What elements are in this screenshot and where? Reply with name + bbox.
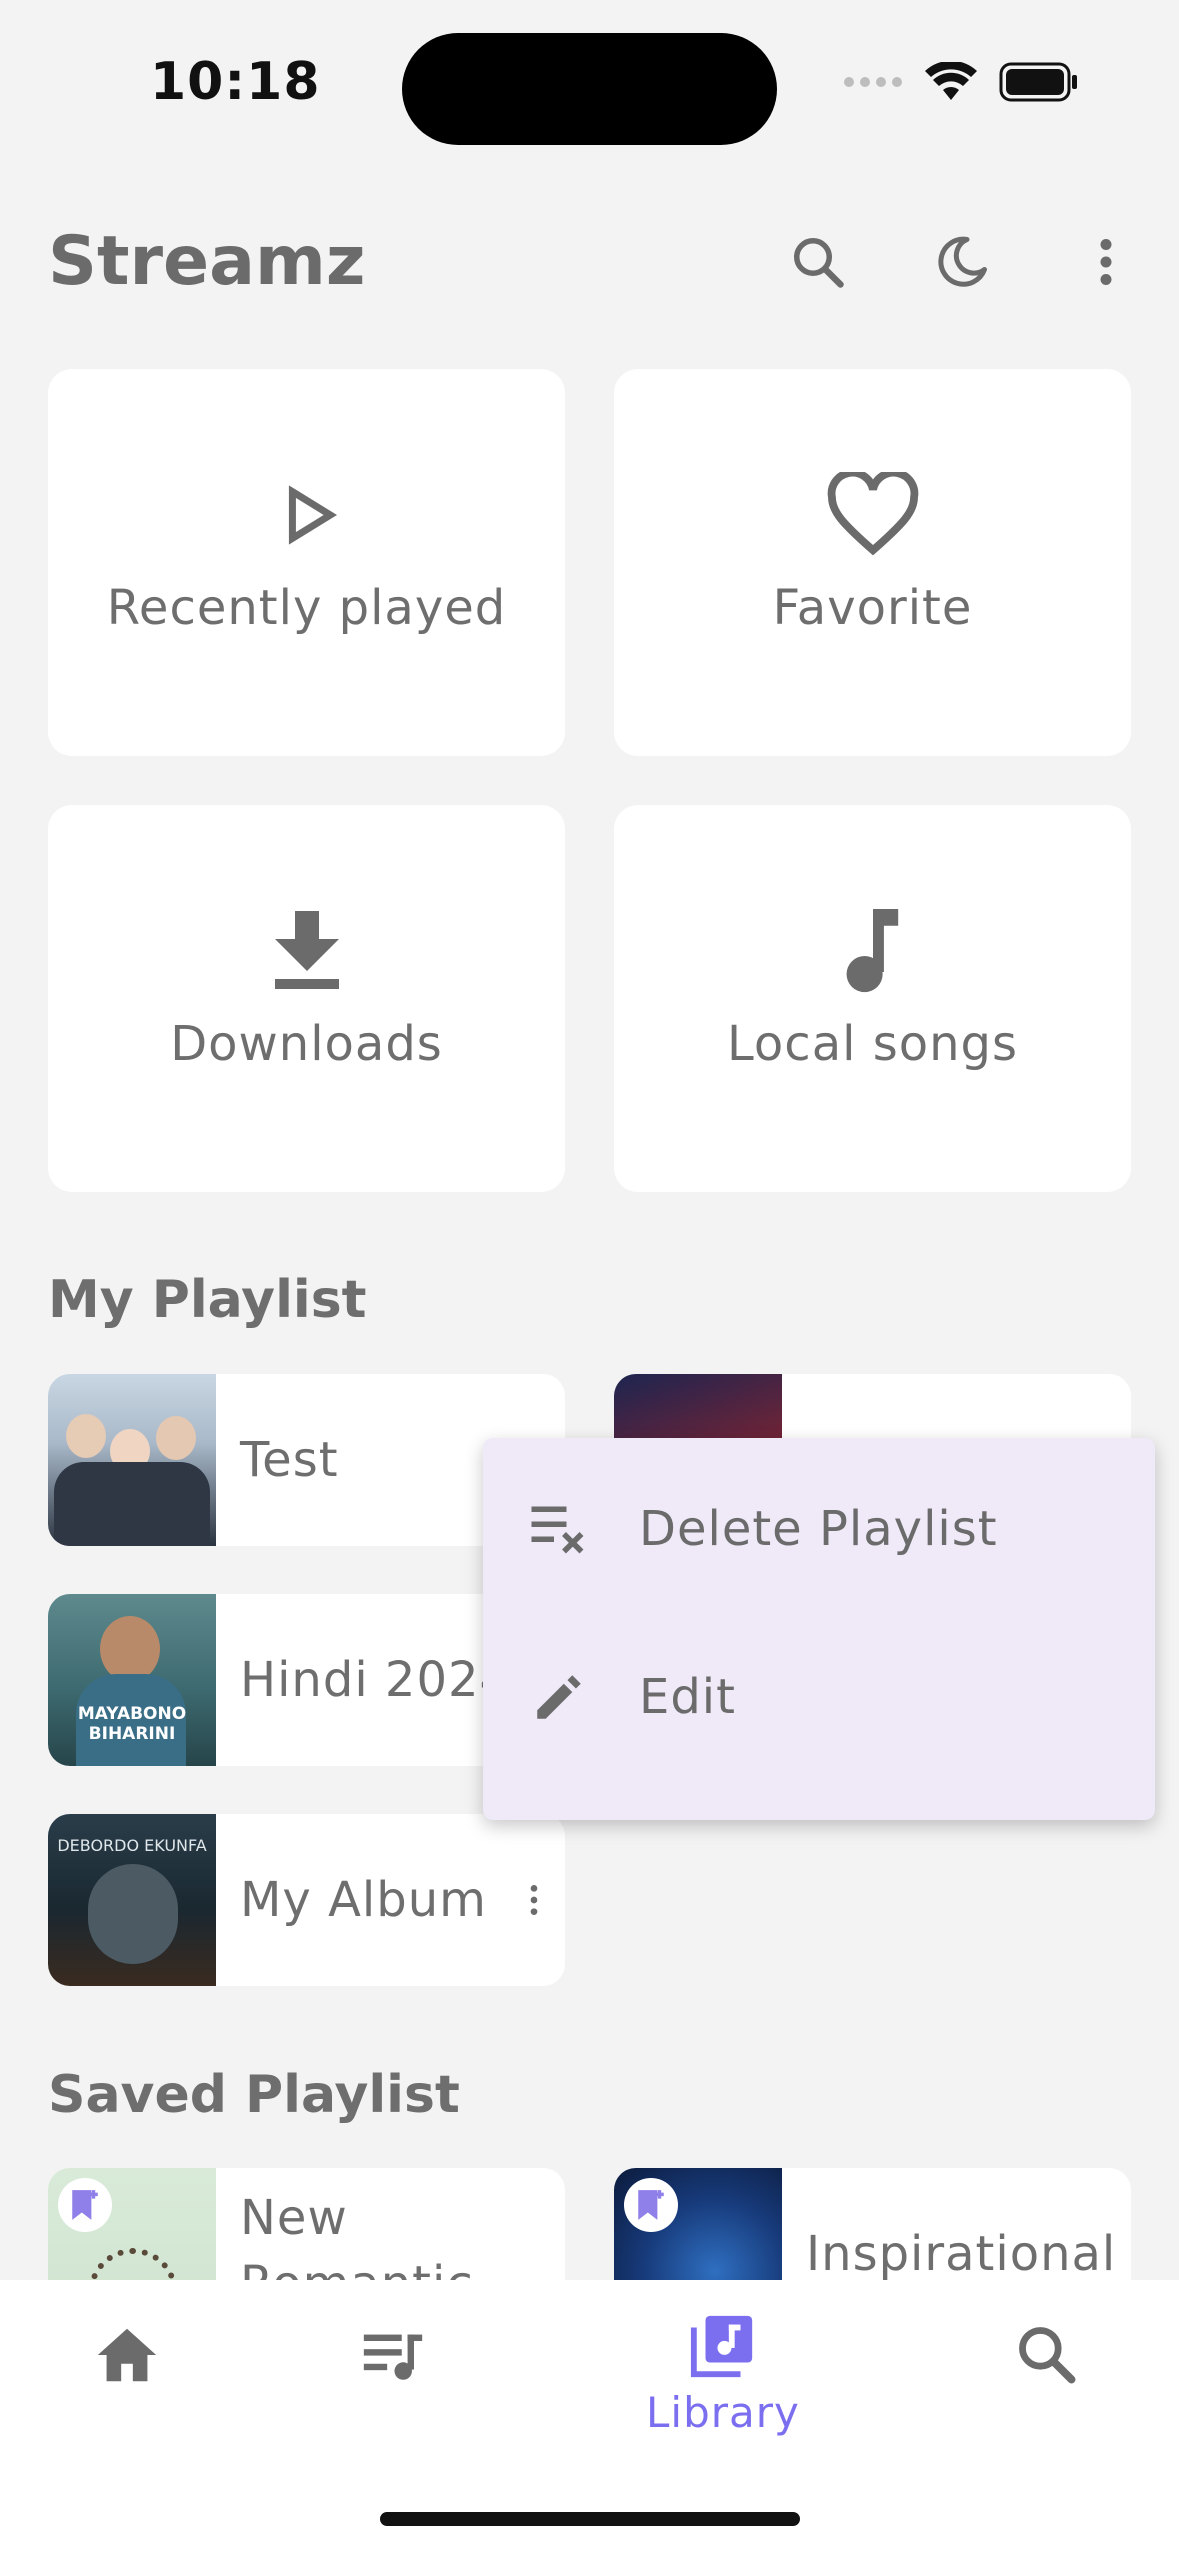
thumbnail-caption: MAYABONO BIHARINI [77, 1704, 187, 1744]
status-icons [843, 62, 1079, 102]
tile-recently-played[interactable]: Recently played [48, 369, 565, 756]
nav-search[interactable] [1012, 2320, 1080, 2388]
more-vert-icon [530, 1885, 538, 1915]
bookmark-add-icon [638, 2190, 664, 2220]
tile-label: Recently played [106, 580, 507, 636]
moon-icon [938, 236, 987, 287]
app-title: Streamz [48, 222, 366, 301]
queue-music-icon [363, 2334, 423, 2380]
playlist-name: Inspirational [806, 2226, 1117, 2282]
more-options-button[interactable] [1066, 222, 1146, 302]
more-vert-icon [1100, 239, 1112, 285]
home-icon [97, 2328, 157, 2382]
music-note-icon [843, 909, 903, 993]
my-playlist-title: My Playlist [48, 1270, 367, 1330]
delete-playlist-menu-item[interactable]: Delete Playlist [483, 1454, 1155, 1604]
dynamic-island [402, 33, 777, 145]
tile-label: Downloads [170, 1016, 443, 1072]
playlist-name: New [240, 2190, 348, 2246]
tile-label: Favorite [772, 580, 973, 636]
nav-library[interactable]: Library [646, 2310, 800, 2437]
playlist-thumbnail: MAYABONO BIHARINI [48, 1594, 216, 1766]
status-time: 10:18 [150, 52, 321, 112]
tile-label: Local songs [727, 1016, 1018, 1072]
search-icon [794, 238, 844, 288]
play-outline-icon [272, 474, 342, 556]
wifi-icon [925, 62, 977, 100]
dark-mode-button[interactable] [922, 222, 1002, 302]
playlist-item-my-album[interactable]: DEBORDO EKUNFA My Album [48, 1814, 565, 1986]
playlist-name: My Album [240, 1872, 487, 1928]
tile-local-songs[interactable]: Local songs [614, 805, 1131, 1192]
bookmark-add-icon [72, 2190, 98, 2220]
download-icon [271, 910, 343, 992]
bookmark-add-badge [58, 2178, 112, 2232]
nav-home[interactable] [92, 2320, 162, 2390]
playlist-remove-icon [519, 1501, 599, 1557]
nav-label: Library [646, 2388, 800, 2437]
playlist-more-button[interactable] [504, 1870, 564, 1930]
menu-item-label: Edit [639, 1669, 736, 1725]
tile-favorite[interactable]: Favorite [614, 369, 1131, 756]
playlist-name: Hindi 2024 [240, 1652, 512, 1708]
edit-menu-item[interactable]: Edit [483, 1622, 1155, 1772]
home-indicator [380, 2512, 800, 2526]
signal-icon [844, 77, 902, 87]
playlist-thumbnail: DEBORDO EKUNFA [48, 1814, 216, 1986]
saved-playlist-title: Saved Playlist [48, 2065, 460, 2125]
playlist-name: Test [240, 1432, 339, 1488]
library-music-icon [690, 2315, 753, 2378]
menu-item-label: Delete Playlist [639, 1501, 998, 1557]
search-button[interactable] [778, 222, 858, 302]
battery-icon [999, 62, 1077, 102]
playlist-thumbnail [48, 1374, 216, 1546]
thumbnail-caption: DEBORDO EKUNFA [57, 1836, 207, 1855]
pencil-icon [519, 1668, 599, 1726]
search-icon [1019, 2327, 1076, 2384]
playlist-context-menu: Delete Playlist Edit [483, 1438, 1155, 1820]
bookmark-add-badge [624, 2178, 678, 2232]
heart-outline-icon [825, 472, 921, 556]
nav-queue[interactable] [358, 2320, 428, 2390]
tile-downloads[interactable]: Downloads [48, 805, 565, 1192]
